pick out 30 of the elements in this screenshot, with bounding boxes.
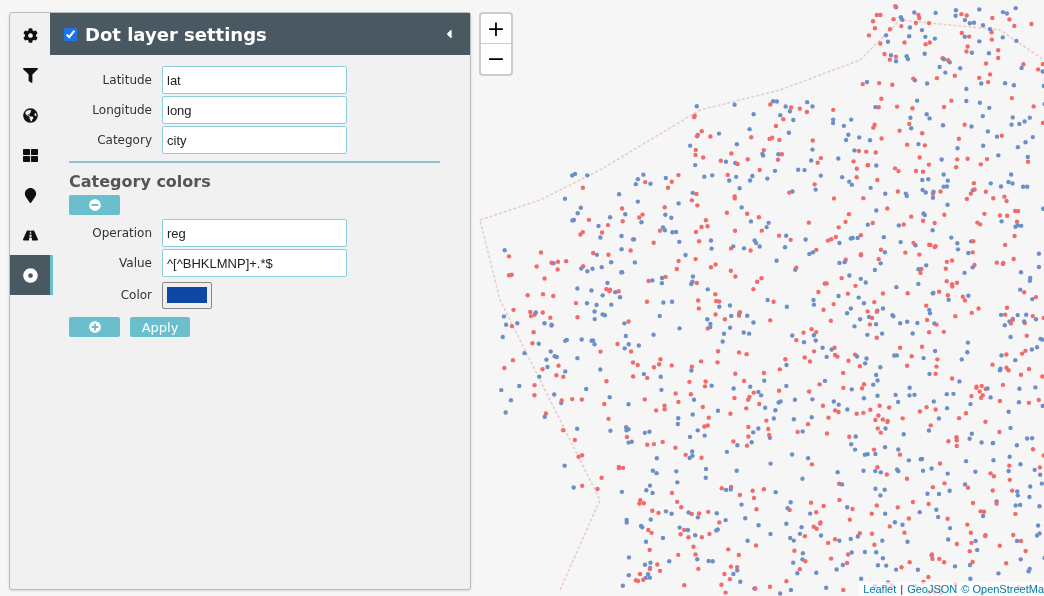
- zoom-in-button[interactable]: +: [481, 14, 511, 44]
- gear-icon: [22, 27, 38, 43]
- attribution-link[interactable]: Leaflet: [863, 582, 897, 596]
- input-field[interactable]: lat: [162, 66, 347, 94]
- plus-icon: [88, 321, 101, 333]
- minus-icon: [88, 199, 101, 211]
- grid-icon: [22, 147, 38, 163]
- field-label: Longitude: [91, 102, 153, 119]
- zoom-out-button[interactable]: −: [481, 44, 511, 74]
- input-field[interactable]: reg: [162, 219, 347, 247]
- attribution-text: © OpenStreetMa: [961, 582, 1044, 596]
- panel-title: Dot layer settings: [85, 22, 267, 47]
- filter-icon: [22, 67, 38, 83]
- field-label: Color: [119, 287, 153, 304]
- separator-text: |: [900, 582, 904, 596]
- color-picker[interactable]: [162, 281, 212, 309]
- field-label: Category: [96, 132, 153, 149]
- attribution-link[interactable]: GeoJSON: [907, 582, 958, 596]
- sidebar-tab[interactable]: [10, 255, 53, 295]
- section-heading: Category colors: [69, 172, 212, 192]
- map-pin-icon: [22, 187, 38, 203]
- input-field[interactable]: city: [162, 126, 347, 154]
- field-label: Operation: [91, 225, 153, 242]
- layer-checkbox[interactable]: [64, 27, 77, 41]
- input-field[interactable]: long: [162, 96, 347, 124]
- field-label: Latitude: [101, 72, 153, 89]
- field-label: Value: [118, 255, 153, 272]
- globe-icon: [22, 107, 38, 123]
- input-field[interactable]: ^[^BHKLMNP]+.*$: [162, 249, 347, 277]
- target-icon: [22, 267, 38, 283]
